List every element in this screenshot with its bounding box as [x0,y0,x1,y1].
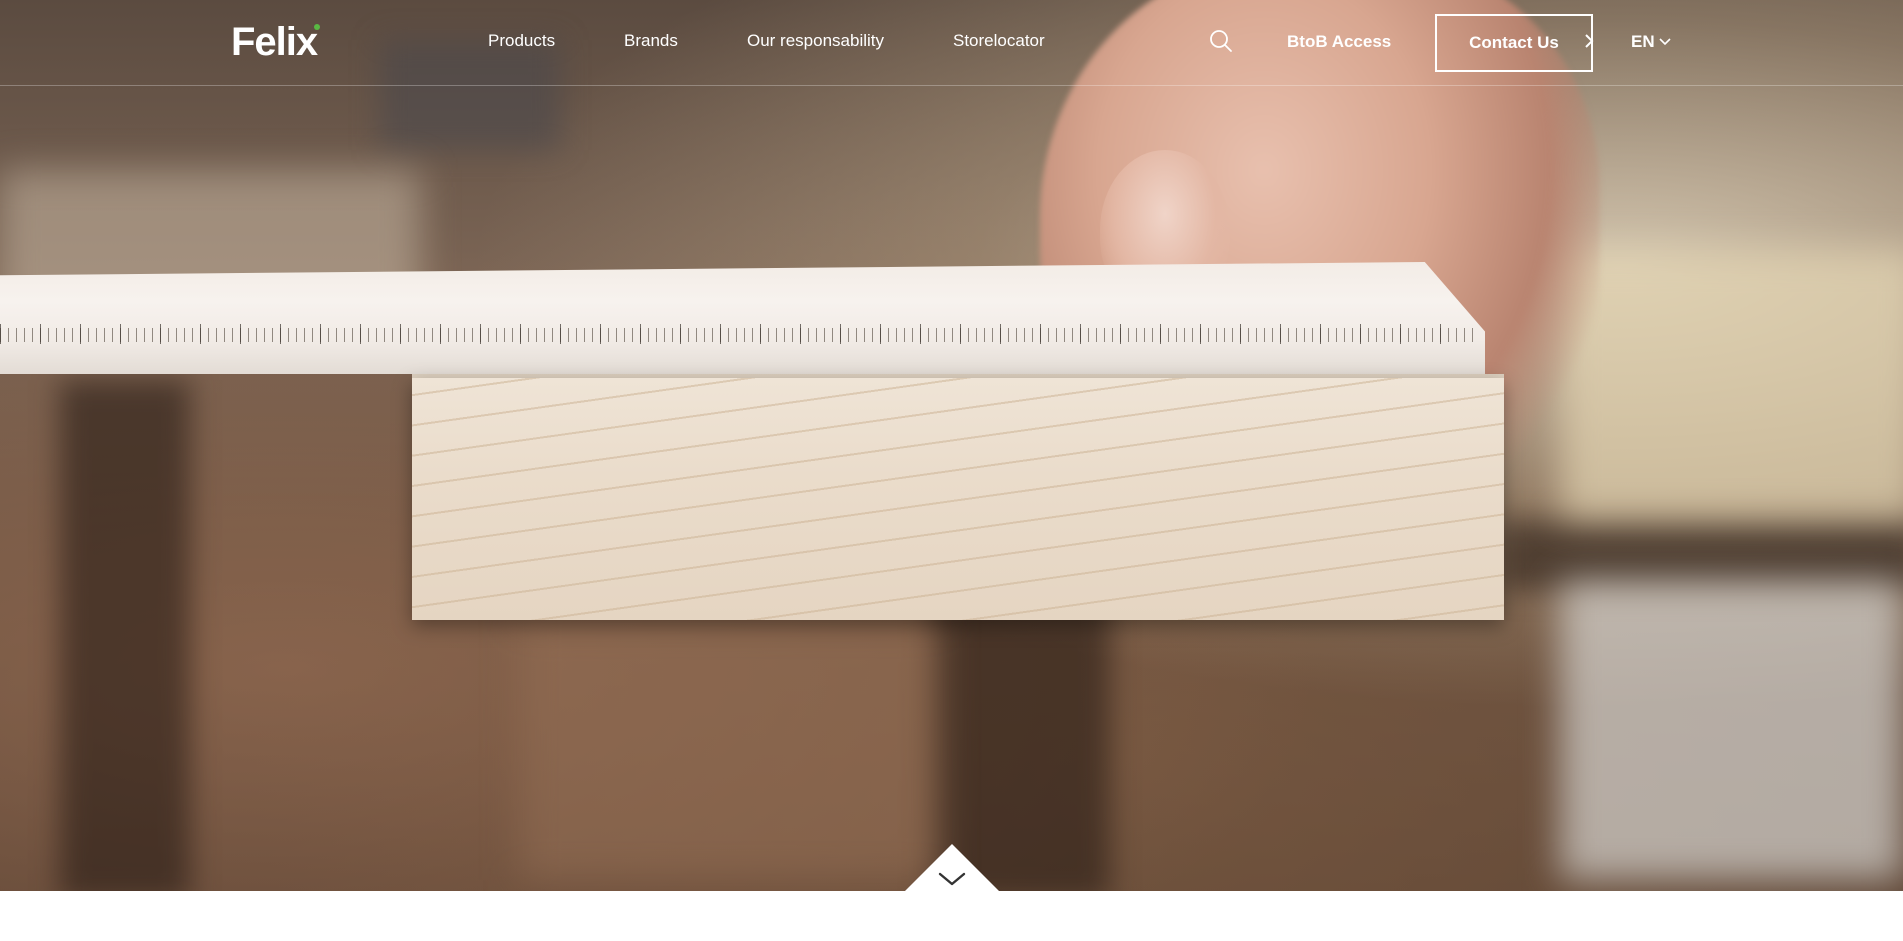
chevron-right-icon [1585,34,1594,48]
nav-item-storelocator[interactable]: Storelocator [953,30,1045,52]
contact-us-label: Contact Us [1469,33,1559,52]
search-icon[interactable] [1208,28,1234,54]
ruler [0,262,1485,374]
logo-accent-dot [314,24,320,30]
language-selector[interactable]: EN [1631,31,1655,53]
chevron-down-icon[interactable] [1658,36,1672,48]
btob-access-link[interactable]: BtoB Access [1287,31,1391,53]
nav-item-products[interactable]: Products [488,30,555,52]
nav-item-brands[interactable]: Brands [624,30,678,52]
contact-us-button[interactable]: Contact Us [1435,14,1593,72]
wooden-board [412,378,1504,620]
logo[interactable]: Felix [231,18,318,66]
hero-image [0,0,1903,891]
scroll-down-button[interactable] [904,844,1000,892]
nav-item-our-responsability[interactable]: Our responsability [747,30,884,52]
top-navigation: Felix Products Brands Our responsability… [0,0,1903,86]
